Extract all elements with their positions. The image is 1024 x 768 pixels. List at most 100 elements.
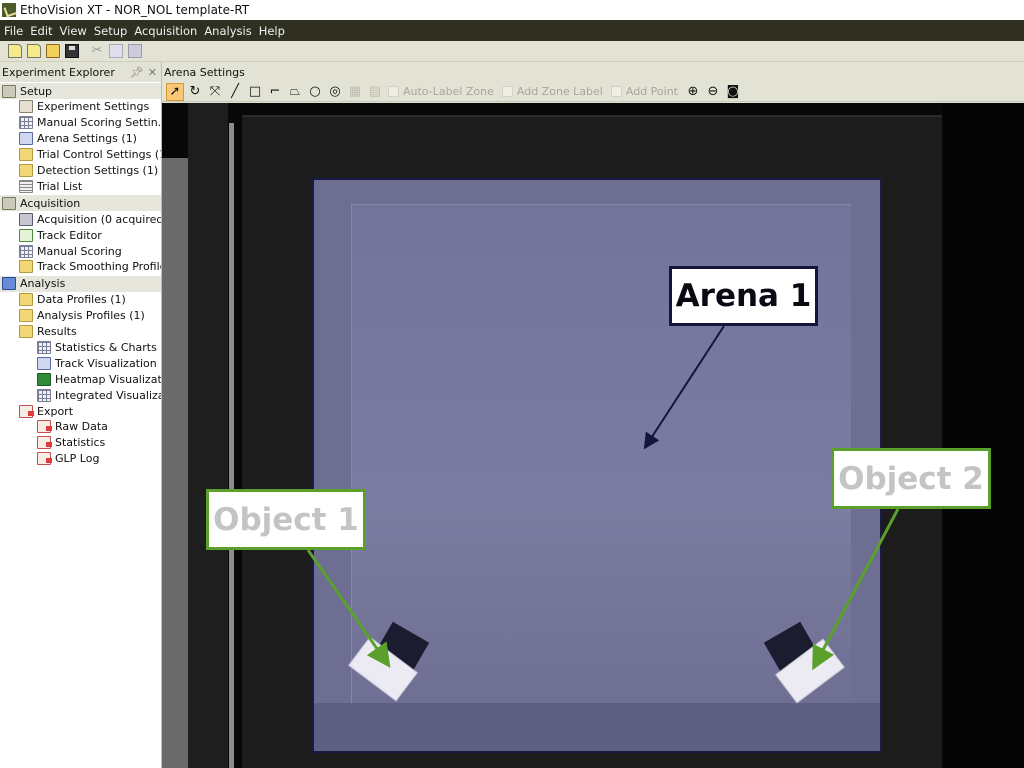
rectangle-icon: □ <box>248 84 262 99</box>
tree-item-export-statistics[interactable]: Statistics <box>0 435 161 451</box>
zoom-out-button[interactable]: ⊖ <box>704 83 722 101</box>
integrated-visualization-icon <box>37 388 51 402</box>
arena-toolbar: ➚ ↻ ⤧ ╱ □ ⌐ ⏢ ○ ◎ ▦ ▤ Auto-Label Zone Ad… <box>162 82 1024 102</box>
arena-settings-icon <box>19 132 33 146</box>
menu-acquisition[interactable]: Acquisition <box>134 24 197 38</box>
tree-item-raw-data[interactable]: Raw Data <box>0 419 161 435</box>
arena-label: Arena 1 <box>669 266 818 326</box>
save-icon[interactable] <box>65 44 79 58</box>
tree-item-track-visualization[interactable]: Track Visualization <box>0 355 161 371</box>
table-icon: ▤ <box>368 84 382 99</box>
menu-edit[interactable]: Edit <box>30 24 52 38</box>
menu-analysis[interactable]: Analysis <box>204 24 251 38</box>
move-point-tool[interactable]: ⤧ <box>206 83 224 101</box>
tree-item-statistics-charts[interactable]: Statistics & Charts <box>0 340 161 356</box>
tree-item-results[interactable]: Results <box>0 324 161 340</box>
video-canvas[interactable]: Arena 1 Object 1 Object 2 <box>162 103 1024 768</box>
rotate-icon: ↻ <box>189 84 201 99</box>
tree-item-trial-list[interactable]: Trial List <box>0 178 161 194</box>
copy-icon[interactable] <box>109 44 123 58</box>
glp-log-icon <box>37 452 52 466</box>
zone-label-icon <box>501 86 513 97</box>
tree-item-detection-settings[interactable]: Detection Settings (1) <box>0 163 161 179</box>
open-folder-icon[interactable] <box>46 44 60 58</box>
tree-item-arena-settings[interactable]: Arena Settings (1) <box>0 131 161 147</box>
tree-item-manual-scoring[interactable]: Manual Scoring <box>0 243 161 259</box>
explorer-title: Experiment Explorer <box>2 65 115 79</box>
track-smoothing-icon <box>19 260 33 274</box>
tree-item-data-profiles[interactable]: Data Profiles (1) <box>0 292 161 308</box>
pin-icon[interactable]: 📌︎ <box>130 66 144 79</box>
grid-tool[interactable]: ▦ <box>346 83 364 101</box>
paste-icon[interactable] <box>128 44 142 58</box>
video-background-wall <box>162 158 188 768</box>
tree-item-glp-log[interactable]: GLP Log <box>0 451 161 467</box>
line-tool[interactable]: ╱ <box>226 83 244 101</box>
select-tool[interactable]: ➚ <box>166 82 184 101</box>
menu-view[interactable]: View <box>60 24 87 38</box>
explorer-header: Experiment Explorer 📌︎ ✕ <box>0 62 161 82</box>
polygon-icon: ⏢ <box>289 84 301 99</box>
panel-title: Arena Settings <box>164 65 245 79</box>
new-icon[interactable] <box>8 44 22 58</box>
export-statistics-icon <box>37 436 52 450</box>
tree-item-heatmap-visualization[interactable]: Heatmap Visualizati... <box>0 371 161 387</box>
zoom-out-icon: ⊖ <box>707 84 719 99</box>
section-acquisition[interactable]: Acquisition <box>0 195 161 212</box>
circle-points-icon: ◎ <box>329 84 341 99</box>
add-point-button[interactable]: Add Point <box>610 85 678 98</box>
add-zone-label-button[interactable]: Add Zone Label <box>501 85 603 98</box>
new-template-icon[interactable] <box>27 44 41 58</box>
circle-tool[interactable]: ○ <box>306 83 324 101</box>
section-setup[interactable]: Setup <box>0 83 161 99</box>
polygon-tool[interactable]: ⏢ <box>286 83 304 101</box>
table-tool[interactable]: ▤ <box>366 83 384 101</box>
tree-item-integrated-visualization[interactable]: Integrated Visualizati <box>0 387 161 403</box>
export-folder-icon <box>19 404 34 418</box>
tree-item-analysis-profiles[interactable]: Analysis Profiles (1) <box>0 308 161 324</box>
experiment-explorer: Experiment Explorer 📌︎ ✕ Setup Experimen… <box>0 62 162 768</box>
track-editor-icon <box>19 228 33 242</box>
ethovision-logo-icon <box>2 3 16 17</box>
polyline-tool[interactable]: ⌐ <box>266 83 284 101</box>
menu-help[interactable]: Help <box>259 24 285 38</box>
close-icon[interactable]: ✕ <box>148 66 157 79</box>
menu-setup[interactable]: Setup <box>94 24 127 38</box>
circle-3pt-tool[interactable]: ◎ <box>326 83 344 101</box>
analysis-profiles-icon <box>19 309 33 323</box>
menu-bar: File Edit View Setup Acquisition Analysi… <box>0 20 1024 41</box>
zoom-in-button[interactable]: ⊕ <box>684 83 702 101</box>
setup-icon <box>2 84 16 98</box>
data-profiles-icon <box>19 293 33 307</box>
tree-item-acquisition[interactable]: Acquisition (0 acquired) <box>0 211 161 227</box>
acquisition-section-icon <box>2 196 16 210</box>
tree-item-export[interactable]: Export <box>0 403 161 419</box>
camera-snapshot-icon: ◙ <box>726 84 740 99</box>
cut-icon[interactable]: ✂ <box>90 44 104 58</box>
menu-file[interactable]: File <box>4 24 23 38</box>
tree-item-track-editor[interactable]: Track Editor <box>0 227 161 243</box>
object2-label: Object 2 <box>831 448 991 509</box>
tree-item-trial-control-settings[interactable]: Trial Control Settings (1) <box>0 147 161 163</box>
arena-wall <box>314 703 880 751</box>
trial-control-icon <box>19 148 33 162</box>
polyline-icon: ⌐ <box>269 84 281 99</box>
rectangle-tool[interactable]: □ <box>246 83 264 101</box>
object1-label: Object 1 <box>206 489 366 550</box>
export-raw-data-icon <box>37 420 52 434</box>
rotate-tool[interactable]: ↻ <box>186 83 204 101</box>
tree-item-manual-scoring-settings[interactable]: Manual Scoring Settin... <box>0 115 161 131</box>
auto-label-zone-button[interactable]: Auto-Label Zone <box>388 85 494 98</box>
auto-label-icon <box>388 86 399 97</box>
section-analysis[interactable]: Analysis <box>0 275 161 292</box>
video-rail <box>229 123 234 768</box>
detection-settings-icon <box>19 164 33 177</box>
zoom-in-icon: ⊕ <box>687 84 699 99</box>
tree-item-experiment-settings[interactable]: Experiment Settings <box>0 99 161 115</box>
experiment-settings-icon <box>19 100 33 114</box>
trial-list-icon <box>19 179 33 193</box>
snapshot-button[interactable]: ◙ <box>724 83 742 101</box>
tree-item-track-smoothing-profiles[interactable]: Track Smoothing Profiles <box>0 259 161 275</box>
window-title: EthoVision XT - NOR_NOL template-RT <box>20 3 250 17</box>
camera-icon <box>19 212 33 226</box>
